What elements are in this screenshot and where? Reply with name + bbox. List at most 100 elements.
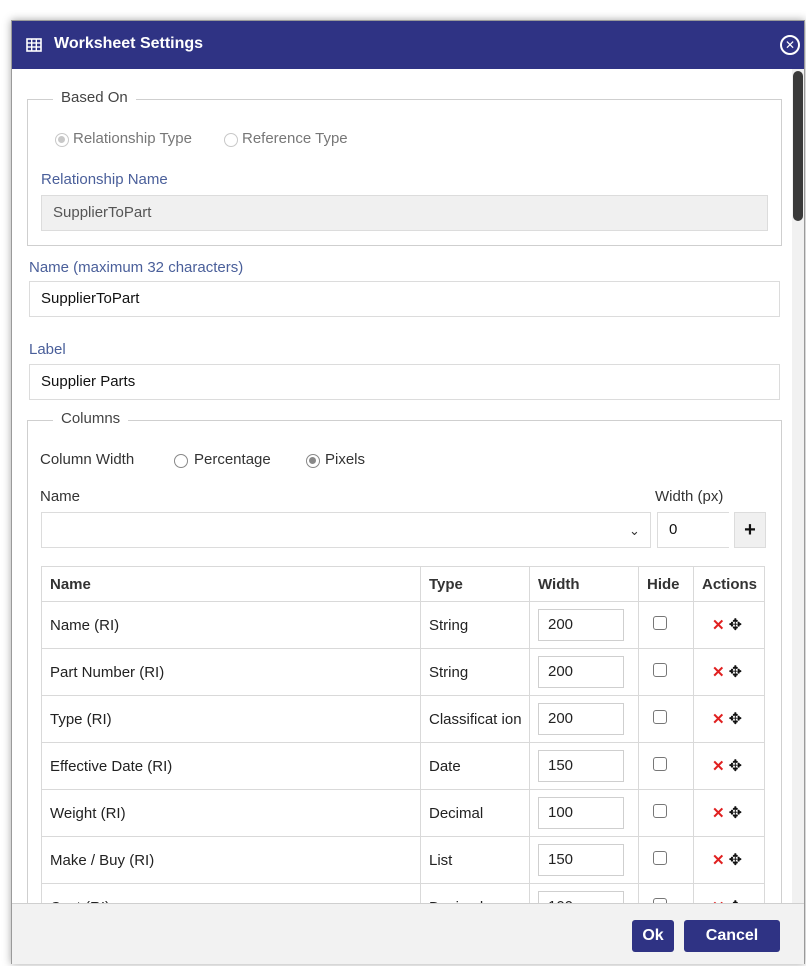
column-name-label: Name — [40, 488, 81, 505]
columns-table: Name Type Width Hide Actions Name (RI) S… — [41, 566, 765, 903]
row-name: Part Number (RI) — [41, 648, 421, 696]
row-hide-cell — [638, 648, 694, 696]
table-row: Make / Buy (RI) List 150 ✕ ✥ — [41, 836, 765, 884]
hide-checkbox[interactable] — [653, 804, 667, 818]
based-on-legend: Based On — [53, 89, 136, 106]
column-width-label: Column Width — [40, 451, 135, 468]
label-field-label: Label — [29, 341, 66, 358]
row-actions-cell: ✕✥ — [693, 742, 765, 790]
row-type: Date — [420, 742, 530, 790]
remove-icon[interactable]: ✕ — [712, 852, 725, 869]
move-icon[interactable]: ✥ — [729, 617, 742, 634]
move-icon[interactable]: ✥ — [729, 758, 742, 775]
name-field-label: Name (maximum 32 characters) — [29, 259, 244, 276]
row-actions-cell: ✕✥ — [693, 883, 765, 903]
plus-icon[interactable]: + — [734, 512, 766, 548]
header-actions: Actions — [693, 566, 765, 602]
radio-pixels[interactable] — [306, 454, 320, 468]
row-width-cell: 150 — [529, 836, 639, 884]
remove-icon[interactable]: ✕ — [712, 664, 725, 681]
label-field[interactable]: Supplier Parts — [29, 364, 780, 400]
dialog-footer: Ok Cancel — [12, 903, 804, 964]
row-actions-cell: ✕✥ — [693, 601, 765, 649]
row-hide-cell — [638, 789, 694, 837]
radio-relationship-type[interactable] — [55, 133, 69, 147]
remove-icon[interactable]: ✕ — [712, 758, 725, 775]
row-type: Classificat ion — [420, 695, 530, 743]
move-icon[interactable]: ✥ — [729, 852, 742, 869]
row-name: Weight (RI) — [41, 789, 421, 837]
row-hide-cell — [638, 836, 694, 884]
row-actions-cell: ✕✥ — [693, 836, 765, 884]
header-width: Width — [529, 566, 639, 602]
relationship-name-label: Relationship Name — [41, 171, 168, 188]
column-width-input[interactable]: 0 — [657, 512, 729, 548]
row-width-input[interactable]: 200 — [538, 609, 624, 641]
row-width-cell: 100 — [529, 789, 639, 837]
cancel-button[interactable]: Cancel — [684, 920, 780, 952]
close-circle-icon[interactable]: ✕ — [780, 35, 800, 55]
header-type: Type — [420, 566, 530, 602]
row-width-cell: 100 — [529, 883, 639, 903]
row-width-input[interactable]: 200 — [538, 703, 624, 735]
scrollbar-thumb[interactable] — [793, 71, 803, 221]
row-hide-cell — [638, 742, 694, 790]
column-name-select[interactable] — [41, 512, 651, 548]
remove-icon[interactable]: ✕ — [712, 805, 725, 822]
column-width-px-label: Width (px) — [655, 488, 724, 505]
relationship-name-field: SupplierToPart — [41, 195, 768, 231]
table-row: Type (RI) Classificat ion 200 ✕ ✥ — [41, 695, 765, 743]
move-icon[interactable]: ✥ — [729, 711, 742, 728]
row-actions-cell: ✕✥ — [693, 648, 765, 696]
row-width-input[interactable]: 100 — [538, 891, 624, 903]
radio-pixels-label: Pixels — [325, 451, 366, 468]
radio-percentage[interactable] — [174, 454, 188, 468]
row-width-input[interactable]: 200 — [538, 656, 624, 688]
name-field[interactable]: SupplierToPart — [29, 281, 780, 317]
row-hide-cell — [638, 601, 694, 649]
row-width-cell: 150 — [529, 742, 639, 790]
remove-icon[interactable]: ✕ — [712, 711, 725, 728]
row-hide-cell — [638, 883, 694, 903]
row-type: Decimal — [420, 883, 530, 903]
dialog-title-bar: Worksheet Settings ✕ — [12, 21, 804, 69]
row-hide-cell — [638, 695, 694, 743]
hide-checkbox[interactable] — [653, 710, 667, 724]
row-type: String — [420, 601, 530, 649]
scrollbar[interactable] — [792, 69, 804, 903]
header-name: Name — [41, 566, 421, 602]
table-row: Cost (RI) Decimal 100 ✕✥ — [41, 883, 765, 903]
row-type: Decimal — [420, 789, 530, 837]
row-name: Effective Date (RI) — [41, 742, 421, 790]
radio-relationship-type-label: Relationship Type — [73, 130, 192, 147]
radio-percentage-label: Percentage — [194, 451, 271, 468]
ok-button[interactable]: Ok — [632, 920, 674, 952]
remove-icon[interactable]: ✕ — [712, 617, 725, 634]
row-type: String — [420, 648, 530, 696]
row-width-cell: 200 — [529, 601, 639, 649]
table-row: Name (RI) String 200 ✕ ✥ — [41, 601, 765, 649]
row-name: Name (RI) — [41, 601, 421, 649]
table-header-row: Name Type Width Hide Actions — [41, 566, 765, 602]
table-icon — [26, 38, 42, 52]
radio-reference-type-label: Reference Type — [242, 130, 348, 147]
radio-reference-type[interactable] — [224, 133, 238, 147]
row-width-input[interactable]: 150 — [538, 844, 624, 876]
move-icon[interactable]: ✥ — [729, 664, 742, 681]
row-width-input[interactable]: 150 — [538, 750, 624, 782]
hide-checkbox[interactable] — [653, 851, 667, 865]
row-actions-cell: ✕✥ — [693, 789, 765, 837]
hide-checkbox[interactable] — [653, 663, 667, 677]
hide-checkbox[interactable] — [653, 616, 667, 630]
dialog-body: Based On Relationship Type Reference Typ… — [12, 69, 792, 903]
row-width-input[interactable]: 100 — [538, 797, 624, 829]
chevron-down-icon: ⌄ — [629, 523, 640, 538]
row-width-cell: 200 — [529, 695, 639, 743]
worksheet-settings-dialog: Worksheet Settings ✕ Based On Relationsh… — [11, 20, 805, 964]
move-icon[interactable]: ✥ — [729, 805, 742, 822]
row-name: Make / Buy (RI) — [41, 836, 421, 884]
row-actions-cell: ✕✥ — [693, 695, 765, 743]
row-width-cell: 200 — [529, 648, 639, 696]
row-name: Cost (RI) — [41, 883, 421, 903]
hide-checkbox[interactable] — [653, 757, 667, 771]
